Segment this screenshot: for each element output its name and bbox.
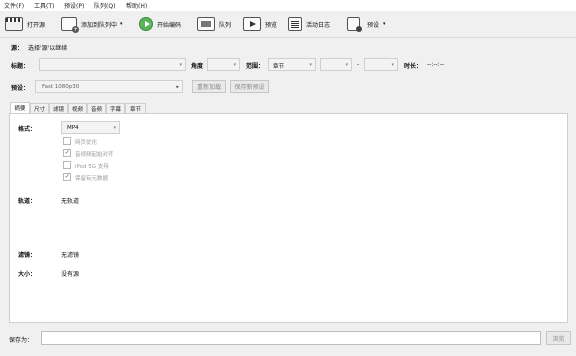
chevron-down-icon: ▾ (113, 125, 116, 131)
chevron-right-icon: ▸ (176, 84, 179, 90)
range-label: 范围： (246, 63, 265, 70)
start-encode-label: 开始编码 (157, 21, 182, 29)
save-bar: 保存为： 浏览 (0, 326, 576, 356)
menu-presets[interactable]: 预设(P) (64, 1, 84, 10)
menu-tools[interactable]: 工具(T) (34, 1, 54, 10)
save-as-label: 保存为： (9, 337, 34, 344)
save-new-preset-button[interactable]: 保存新预设 (230, 80, 269, 93)
presets-label: 预设 (367, 21, 380, 29)
keep-metadata-checkbox[interactable] (63, 172, 71, 181)
range-start-select[interactable]: ▾ (320, 58, 352, 71)
tracks-label: 轨道： (18, 198, 37, 205)
preset-value: Fast 1080p30 (42, 84, 80, 90)
start-encode-button[interactable]: 开始编码 (139, 15, 181, 33)
menu-file[interactable]: 文件(F) (4, 1, 24, 10)
chevron-down-icon: ▾ (391, 62, 394, 68)
tab-audio[interactable]: 音频 (87, 103, 106, 113)
filters-label: 滤镜： (18, 252, 37, 259)
range-end-select[interactable]: ▾ (364, 58, 398, 71)
open-source-button[interactable]: 打开源 (5, 15, 45, 33)
queue-icon (197, 17, 215, 31)
tab-summary[interactable]: 摘要 (10, 102, 30, 113)
tab-filters[interactable]: 滤镜 (49, 103, 68, 113)
tab-dimensions[interactable]: 尺寸 (30, 103, 49, 113)
range-type-select[interactable]: 章节 ▾ (268, 58, 316, 71)
queue-label: 队列 (219, 21, 232, 29)
film-clapper-icon (5, 17, 23, 31)
add-to-queue-label: 添加到队列中 (81, 21, 118, 29)
menu-help[interactable]: 帮助(H) (126, 1, 147, 10)
angle-label: 角度 (191, 63, 204, 70)
size-value: 没有源 (61, 271, 80, 278)
range-type-value: 章节 (273, 64, 285, 70)
range-separator: - (357, 61, 360, 68)
menu-queue[interactable]: 队列(Q) (94, 1, 115, 10)
keep-metadata-label: 保留有元数据 (75, 176, 109, 182)
chevron-down-icon: ▾ (345, 62, 348, 68)
preview-button[interactable]: 预览 (243, 15, 277, 33)
size-label: 大小： (18, 271, 37, 278)
format-label: 格式： (18, 126, 37, 133)
presets-icon (347, 17, 362, 32)
activity-log-icon (288, 17, 302, 31)
angle-select[interactable]: ▾ (207, 58, 240, 71)
ipod-support-label: iPod 5G 支持 (75, 164, 109, 170)
queue-button[interactable]: 队列 (197, 15, 231, 33)
summary-panel: 格式： MP4 ▾ 网页优化 音视频起始对齐 iPod 5G 支持 保留有元数据… (9, 113, 568, 323)
av-align-label: 音视频起始对齐 (75, 152, 114, 158)
tab-subtitles[interactable]: 字幕 (106, 103, 125, 113)
toolbar: 打开源 + 添加到队列中 ▾ 开始编码 队列 预览 活动日志 预设 ▾ (0, 11, 576, 38)
title-select[interactable]: ▾ (39, 58, 186, 71)
tracks-value: 无轨道 (61, 198, 80, 205)
chevron-down-icon[interactable]: ▾ (120, 21, 123, 27)
chevron-down-icon: ▾ (179, 62, 182, 68)
tab-chapters[interactable]: 章节 (125, 103, 146, 113)
add-queue-icon: + (61, 17, 79, 33)
chevron-down-icon: ▾ (233, 62, 236, 68)
presets-chevron-down-icon[interactable]: ▾ (383, 21, 386, 27)
title-label: 标题： (11, 63, 30, 70)
preview-icon (243, 17, 261, 31)
open-source-label: 打开源 (27, 21, 46, 29)
preset-label: 预设： (11, 85, 30, 92)
duration-label: 时长： (404, 63, 423, 70)
ipod-support-checkbox[interactable] (63, 161, 71, 169)
source-value: 选择'源'以继续 (28, 45, 68, 52)
av-align-checkbox[interactable] (63, 148, 71, 157)
save-path-input[interactable] (41, 331, 541, 345)
preview-label: 预览 (265, 21, 278, 29)
format-value: MP4 (67, 125, 79, 131)
preset-select[interactable]: Fast 1080p30 ▸ (35, 80, 183, 93)
browse-button[interactable]: 浏览 (546, 331, 571, 345)
source-label: 源： (11, 45, 24, 52)
play-icon (139, 17, 153, 31)
web-optimized-checkbox[interactable] (63, 137, 71, 145)
activity-log-button[interactable]: 活动日志 (288, 15, 330, 33)
presets-button[interactable]: 预设 ▾ (347, 15, 386, 33)
tab-video[interactable]: 视频 (68, 103, 87, 113)
add-to-queue-button[interactable]: + 添加到队列中 ▾ (61, 15, 123, 33)
reload-button[interactable]: 重新加载 (192, 80, 226, 93)
web-optimized-label: 网页优化 (75, 140, 98, 146)
chevron-down-icon: ▾ (309, 62, 312, 68)
filters-value: 无滤镜 (61, 252, 80, 259)
duration-value: --:--:-- (427, 61, 445, 68)
activity-log-label: 活动日志 (306, 21, 331, 29)
format-select[interactable]: MP4 ▾ (61, 121, 120, 134)
